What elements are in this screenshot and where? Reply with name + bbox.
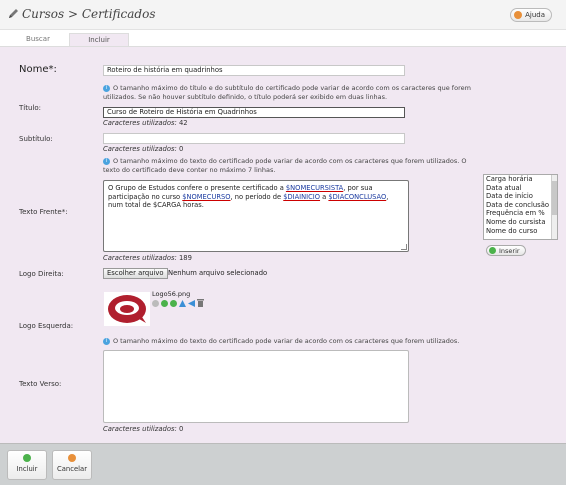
listbox-scrollbar[interactable] <box>551 175 557 239</box>
subtitulo-counter: Caracteres utilizados: 0 <box>103 145 183 153</box>
subtitulo-counter-value: 0 <box>178 145 184 153</box>
titulo-counter-label: Caracteres utilizados: <box>103 119 177 127</box>
variable-option[interactable]: Nome do cursista <box>484 218 557 227</box>
help-button[interactable]: Ajuda <box>510 8 552 22</box>
variable-option[interactable]: Frequência em % <box>484 209 557 218</box>
titulo-counter: Caracteres utilizados: 42 <box>103 119 188 127</box>
footer: Incluir Cancelar <box>0 443 566 485</box>
rotate-left-icon[interactable] <box>161 299 168 307</box>
insert-label: Inserir <box>499 246 520 255</box>
texto-verso-label: Texto Verso: <box>19 380 62 388</box>
frente-counter-label: Caracteres utilizados: <box>103 254 177 262</box>
variable-option[interactable]: Data de início <box>484 192 557 201</box>
tab-bar: Buscar Incluir <box>7 33 129 46</box>
cancelar-icon <box>68 454 76 462</box>
move-left-icon[interactable] <box>188 299 195 307</box>
verso-counter: Caracteres utilizados: 0 <box>103 425 183 433</box>
titulo-input[interactable]: Curso de Roteiro de História em Quadrinh… <box>103 107 405 118</box>
variable-option[interactable]: Data de conclusão <box>484 201 557 210</box>
nome-input[interactable]: Roteiro de história em quadrinhos <box>103 65 405 76</box>
trash-icon[interactable] <box>197 299 204 307</box>
subtitulo-label: Subtítulo: <box>19 135 53 143</box>
logo-filename: Logo56.png <box>152 290 191 298</box>
insert-button[interactable]: Inserir <box>486 245 526 256</box>
titulo-info: iO tamanho máximo do título e do subtítu… <box>103 84 498 102</box>
subtitulo-input[interactable] <box>103 133 405 144</box>
rotate-right-icon[interactable] <box>170 299 177 307</box>
frente-var-curso: $NOMECURSO <box>182 192 231 201</box>
texto-frente-textarea[interactable]: O Grupo de Estudos confere o presente ce… <box>103 180 409 252</box>
frente-var-conclusao: $DIACONCLUSAO <box>328 192 387 201</box>
variables-listbox[interactable]: Carga horária Data atual Data de início … <box>483 174 558 240</box>
tab-buscar[interactable]: Buscar <box>7 33 69 46</box>
variable-option[interactable]: Carga horária <box>484 175 557 184</box>
variable-option[interactable]: Nome do curso <box>484 227 557 236</box>
logo-preview <box>104 292 150 326</box>
info-icon: i <box>103 157 110 165</box>
scrollbar-thumb[interactable] <box>552 181 557 215</box>
insert-icon <box>489 247 496 254</box>
resize-handle[interactable] <box>401 244 407 250</box>
incluir-label: Incluir <box>16 465 38 473</box>
verso-counter-label: Caracteres utilizados: <box>103 425 177 433</box>
info-icon: i <box>103 337 110 345</box>
info-icon: i <box>103 84 110 92</box>
incluir-button[interactable]: Incluir <box>7 450 47 480</box>
cancelar-button[interactable]: Cancelar <box>52 450 92 480</box>
help-label: Ajuda <box>525 11 545 19</box>
file-status: Nenhum arquivo selecionado <box>168 269 268 277</box>
frente-var-cursista: $NOMECURSISTA <box>285 184 344 192</box>
logo-esquerda-label: Logo Esquerda: <box>19 322 74 330</box>
nome-label: Nome*: <box>19 64 57 75</box>
incluir-icon <box>23 454 31 462</box>
page-root: { "header": {"title": "Cursos > Certific… <box>0 0 566 485</box>
cancelar-label: Cancelar <box>57 465 87 473</box>
page-title: Cursos > Certificados <box>22 7 156 21</box>
logo-direita-label: Logo Direita: <box>19 270 64 278</box>
verso-counter-value: 0 <box>178 425 184 433</box>
tab-incluir[interactable]: Incluir <box>69 33 129 46</box>
verso-info-text: O tamanho máximo do texto do certificado… <box>113 337 460 345</box>
frente-info: iO tamanho máximo do texto do certificad… <box>103 157 473 175</box>
titulo-label: Título: <box>19 104 41 112</box>
zoom-icon[interactable] <box>152 299 159 307</box>
frente-info-text: O tamanho máximo do texto do certificado… <box>103 157 467 174</box>
page-header: Cursos > Certificados Ajuda <box>0 0 566 30</box>
titulo-info-text: O tamanho máximo do título e do subtítul… <box>103 84 471 101</box>
choose-file-button[interactable]: Escolher arquivo <box>103 268 168 279</box>
frente-counter: Caracteres utilizados: 189 <box>103 254 192 262</box>
texto-frente-label: Texto Frente*: <box>19 208 68 216</box>
frente-text-3: , no período de <box>230 192 284 201</box>
logo-tools <box>152 299 204 307</box>
verso-info: iO tamanho máximo do texto do certificad… <box>103 337 523 346</box>
flip-icon[interactable] <box>179 299 186 307</box>
frente-counter-value: 189 <box>178 254 192 262</box>
pencil-icon <box>9 9 18 18</box>
frente-text-1: O Grupo de Estudos confere o presente ce… <box>108 184 286 192</box>
subtitulo-counter-label: Caracteres utilizados: <box>103 145 177 153</box>
titulo-counter-value: 42 <box>178 119 188 127</box>
title-wrap: Cursos > Certificados <box>7 7 156 21</box>
frente-var-inicio: $DIAINICIO <box>283 192 321 201</box>
logo-image <box>108 295 146 323</box>
variable-option[interactable]: Data atual <box>484 184 557 193</box>
help-icon <box>514 11 523 19</box>
texto-verso-textarea[interactable] <box>103 350 409 423</box>
